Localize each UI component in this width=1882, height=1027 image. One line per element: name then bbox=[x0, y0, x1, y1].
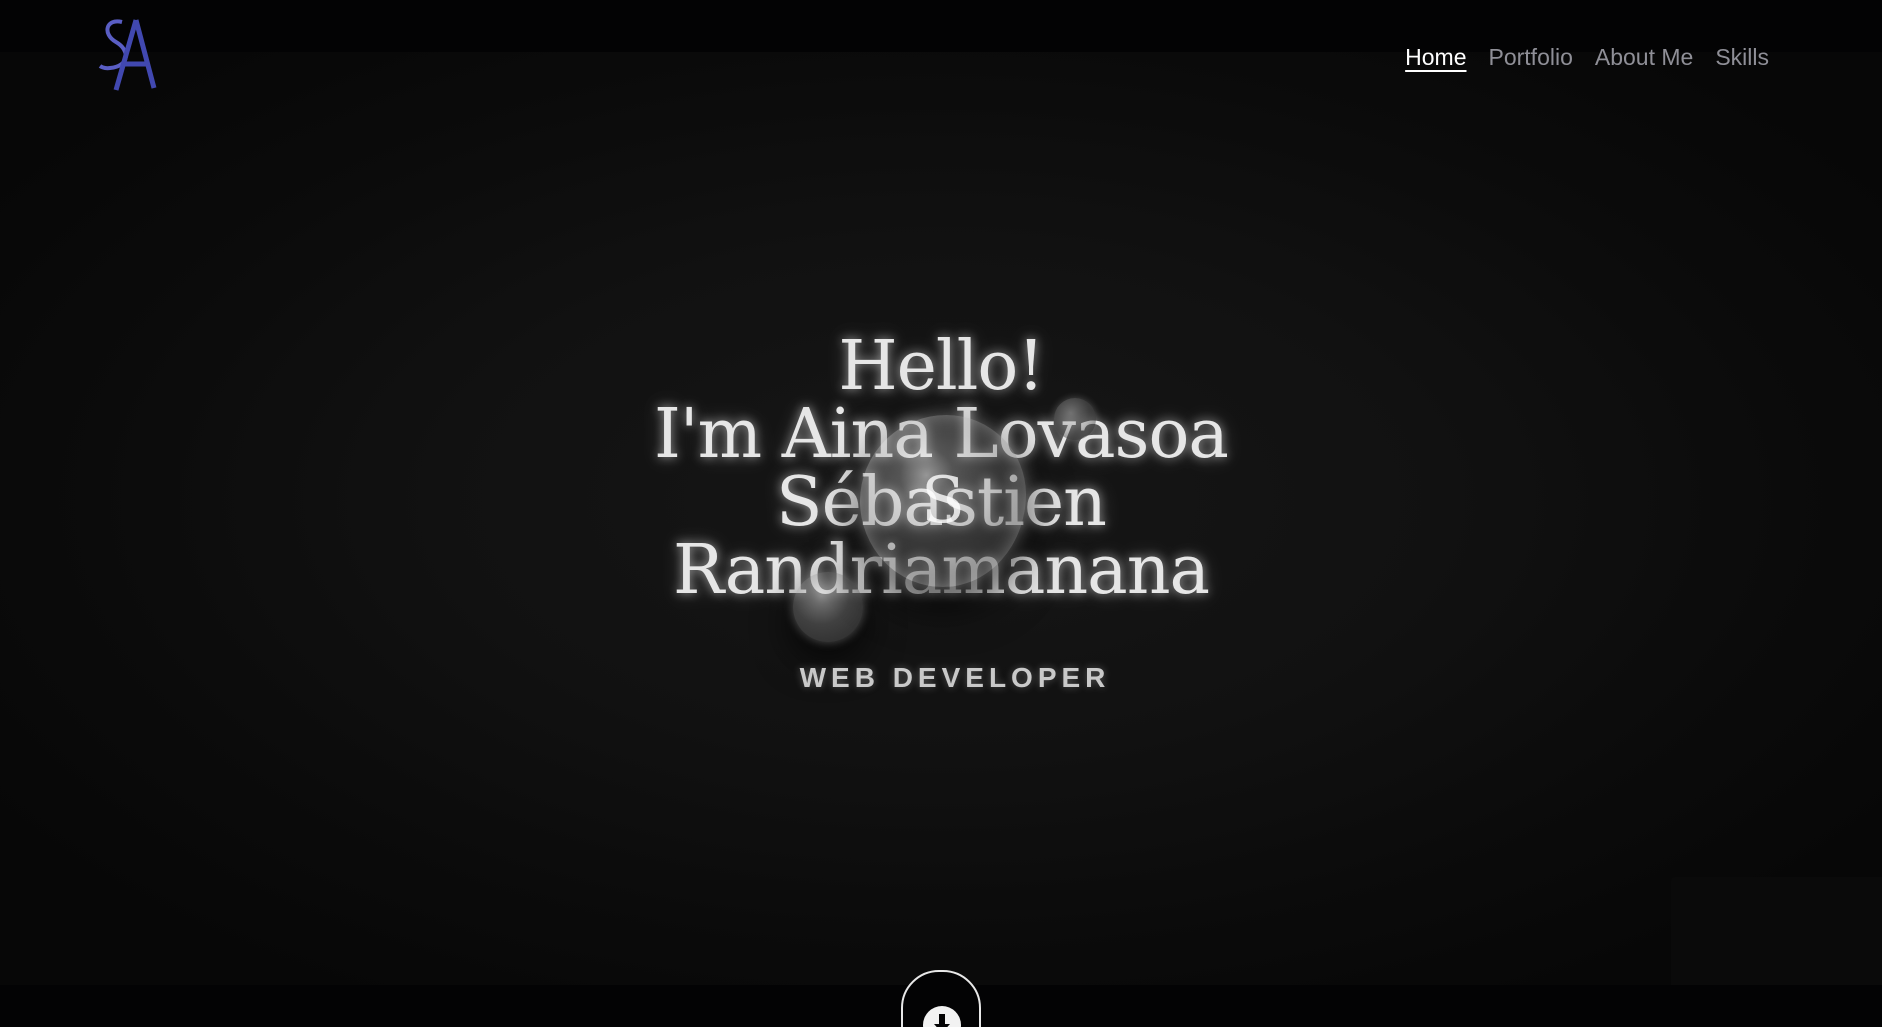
corner-panel bbox=[1671, 877, 1882, 985]
logo-icon bbox=[98, 19, 157, 91]
floating-blob bbox=[1054, 398, 1096, 440]
nav-home[interactable]: Home bbox=[1405, 44, 1466, 71]
hero-subtitle: WEB DEVELOPER bbox=[799, 662, 1111, 693]
nav-skills[interactable]: Skills bbox=[1715, 44, 1769, 71]
blob-letter: S bbox=[921, 464, 965, 538]
main-nav: Home Portfolio About Me Skills bbox=[1405, 44, 1769, 71]
floating-blob bbox=[793, 572, 863, 642]
nav-portfolio[interactable]: Portfolio bbox=[1489, 44, 1573, 71]
page: Home Portfolio About Me Skills Hello! I'… bbox=[0, 0, 1882, 1027]
arrow-down-circle-icon bbox=[923, 1006, 961, 1027]
logo[interactable] bbox=[96, 14, 166, 94]
nav-about-me[interactable]: About Me bbox=[1595, 44, 1693, 71]
hero-title-line: Hello! bbox=[838, 327, 1044, 406]
